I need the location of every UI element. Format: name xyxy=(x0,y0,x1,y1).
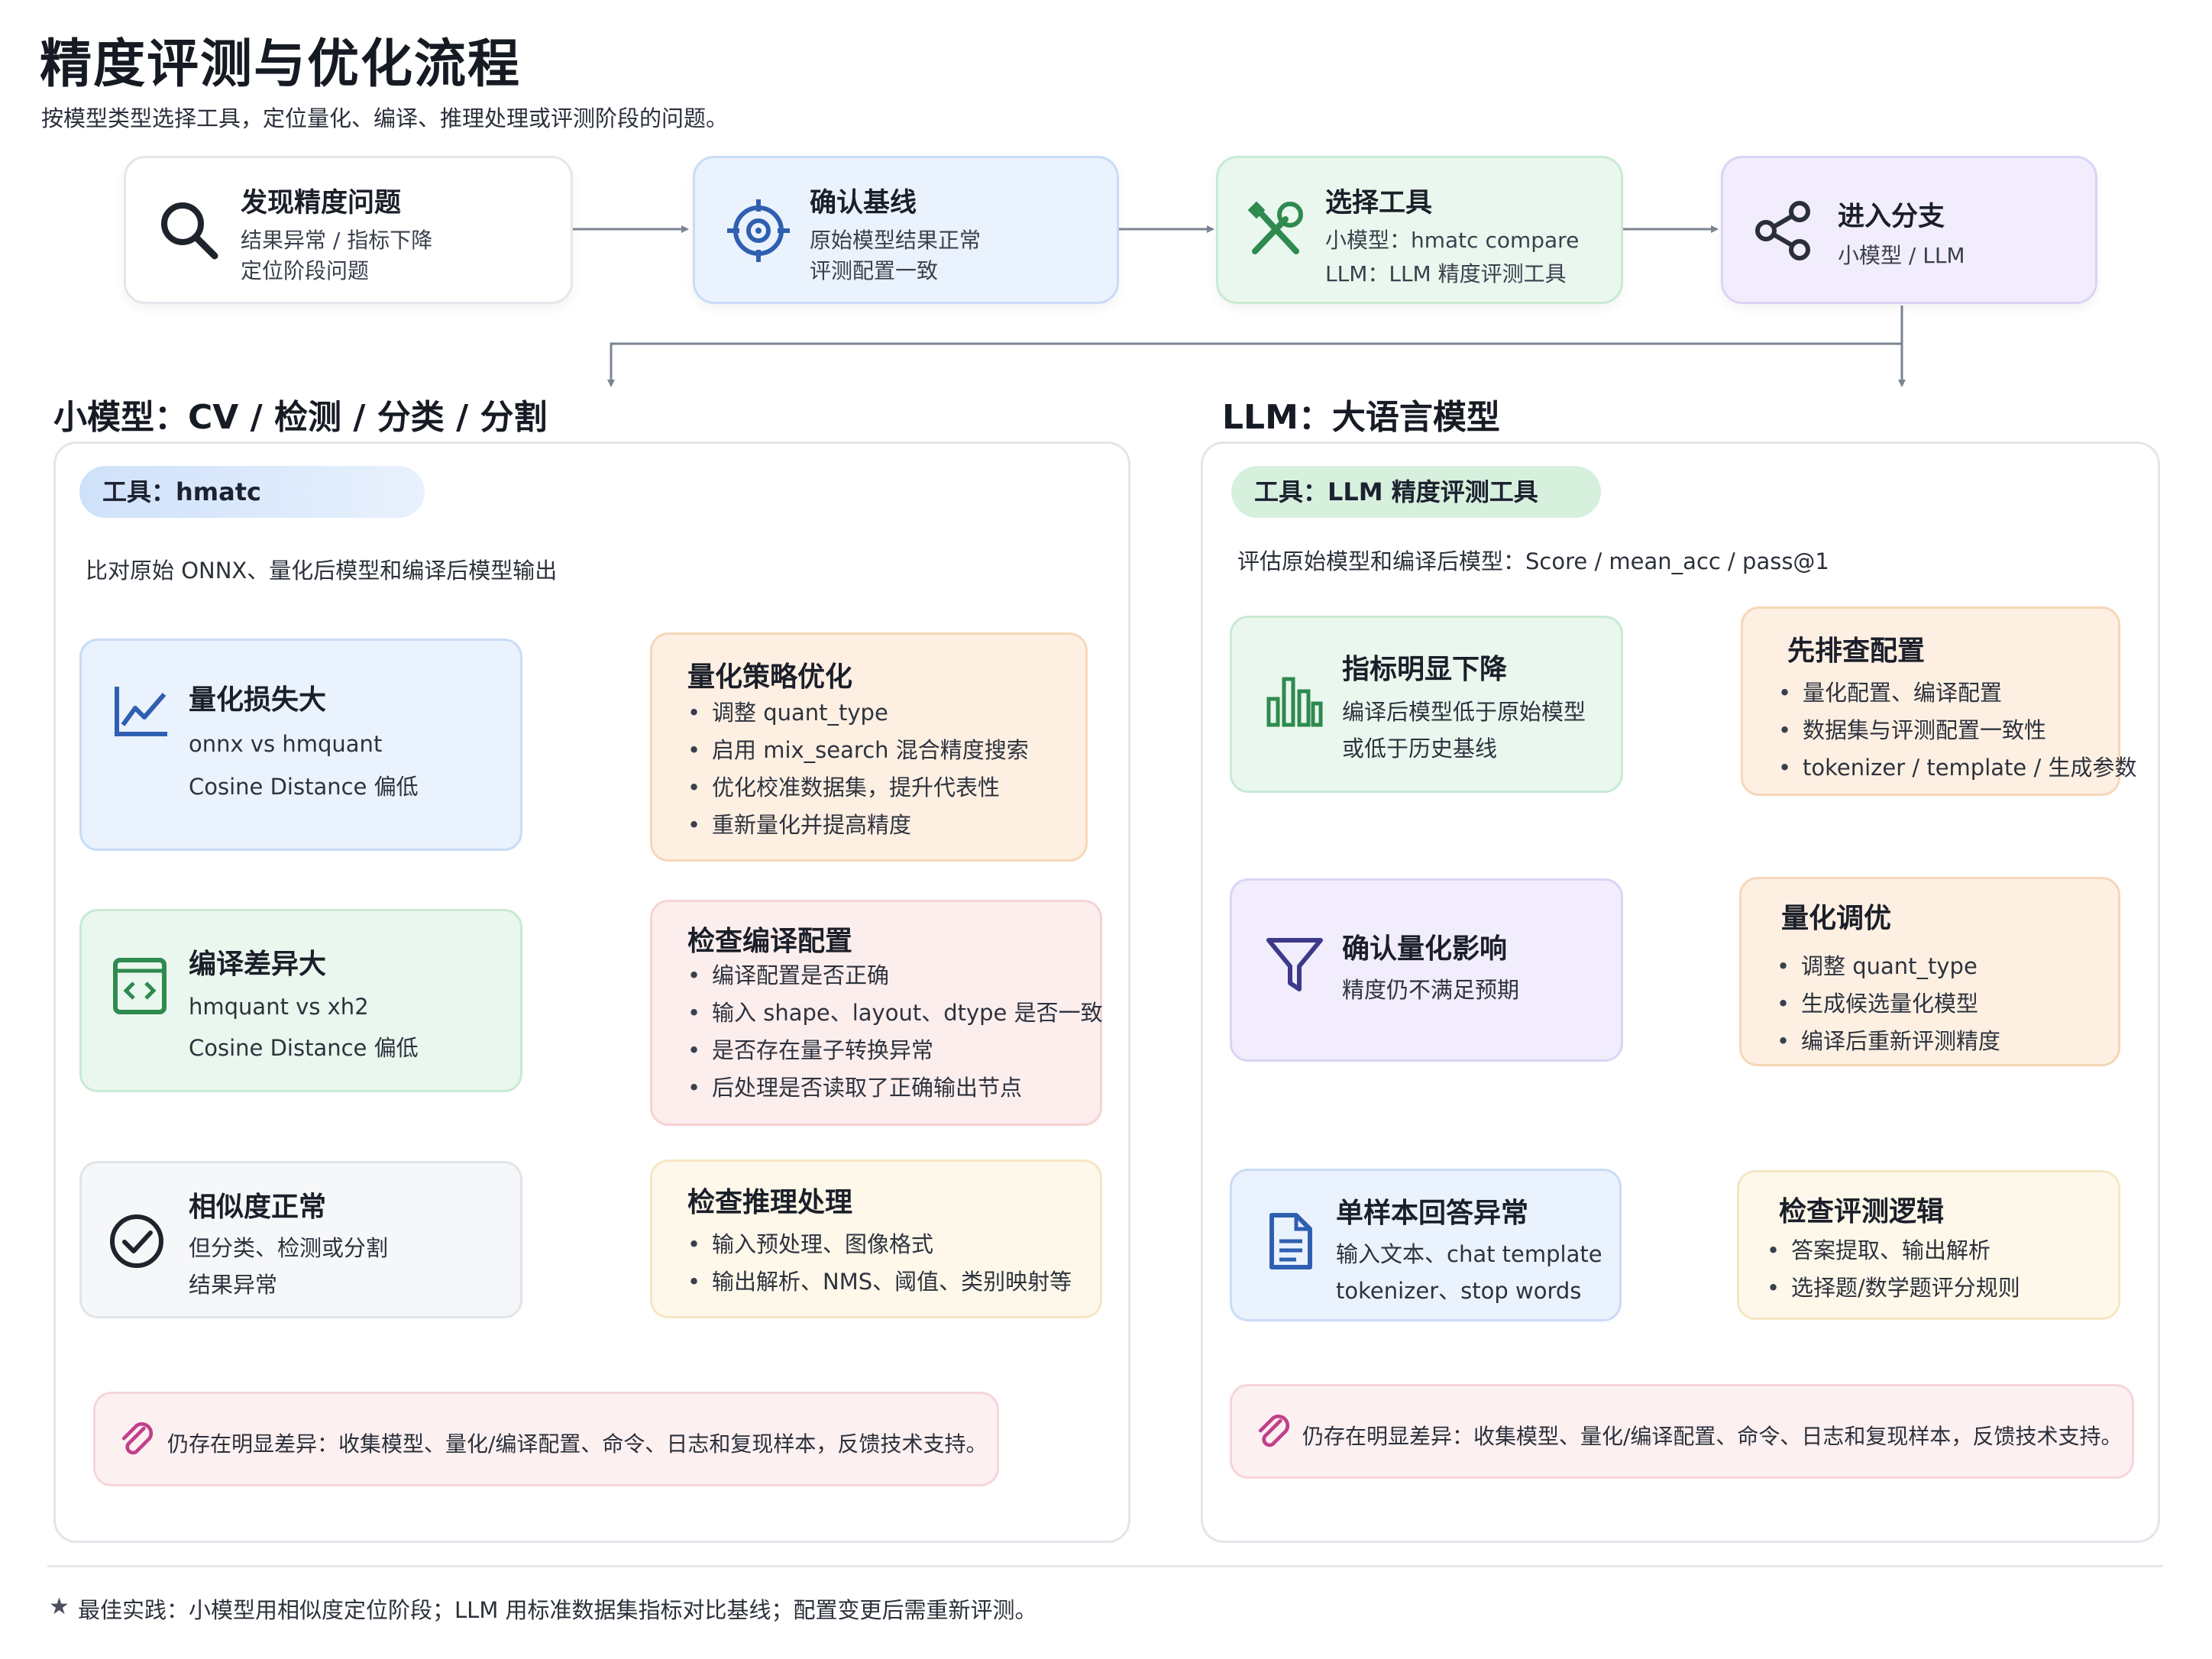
note-text: 仍存在明显差异：收集模型、量化/编译配置、命令、日志和复现样本，反馈技术支持。 xyxy=(167,1431,988,1457)
action-item: 数据集与评测配置一致性 xyxy=(1778,712,2136,749)
action-item: 调整 quant_type xyxy=(687,694,1029,732)
problem-title: 相似度正常 xyxy=(189,1192,327,1223)
problem-card: 量化损失大 onnx vs hmquant Cosine Distance 偏低 xyxy=(79,639,522,851)
search-icon xyxy=(161,202,218,260)
problem-line: 结果异常 xyxy=(189,1272,278,1298)
paperclip-icon xyxy=(121,1422,154,1455)
step-line: 定位阶段问题 xyxy=(241,258,370,283)
action-card: 检查推理处理 输入预处理、图像格式 输出解析、NMS、阈值、类别映射等 xyxy=(650,1159,1102,1318)
target-icon xyxy=(727,199,790,262)
action-item: 输入 shape、layout、dtype 是否一致 xyxy=(687,994,1103,1032)
action-item: 调整 quant_type xyxy=(1777,948,2000,985)
action-item: 生成候选量化模型 xyxy=(1777,985,2000,1023)
problem-line: 输入文本、chat template xyxy=(1336,1241,1602,1267)
check-circle-icon xyxy=(110,1214,163,1268)
action-title: 检查评测逻辑 xyxy=(1779,1196,1945,1227)
document-icon xyxy=(1269,1213,1312,1269)
action-title: 先排查配置 xyxy=(1787,635,1926,667)
action-item: 后处理是否读取了正确输出节点 xyxy=(687,1069,1103,1107)
section-title-llm: LLM：大语言模型 xyxy=(1222,398,1500,437)
filter-icon xyxy=(1266,938,1323,991)
problem-title: 确认量化影响 xyxy=(1342,933,1508,965)
action-item: 重新量化并提高精度 xyxy=(687,807,1029,844)
problem-line: onnx vs hmquant xyxy=(189,731,383,757)
tool-pill-hmatc: 工具：hmatc xyxy=(79,466,425,518)
action-item: 编译后重新评测精度 xyxy=(1777,1023,2000,1060)
step-line: 小模型：hmatc compare xyxy=(1325,228,1580,253)
problem-card: 指标明显下降 编译后模型低于原始模型 或低于历史基线 xyxy=(1230,616,1623,793)
problem-line: Cosine Distance 偏低 xyxy=(189,774,419,800)
step-card-discover: 发现精度问题 结果异常 / 指标下降 定位阶段问题 xyxy=(124,156,573,304)
problem-line: 编译后模型低于原始模型 xyxy=(1342,699,1586,725)
action-title: 检查编译配置 xyxy=(687,926,853,957)
problem-title: 编译差异大 xyxy=(189,949,327,980)
tool-pill-llm: 工具：LLM 精度评测工具 xyxy=(1231,466,1601,518)
star-icon: ★ xyxy=(49,1593,70,1620)
problem-line: 精度仍不满足预期 xyxy=(1342,977,1520,1003)
action-item: 启用 mix_search 混合精度搜索 xyxy=(687,732,1029,769)
action-item: 量化配置、编译配置 xyxy=(1778,674,2136,712)
action-item: 优化校准数据集，提升代表性 xyxy=(687,769,1029,807)
action-title: 量化调优 xyxy=(1781,903,1892,934)
step-line: 小模型 / LLM xyxy=(1838,243,1965,268)
footer-note: 最佳实践：小模型用相似度定位阶段；LLM 用标准数据集指标对比基线；配置变更后需… xyxy=(78,1597,1037,1623)
problem-title: 量化损失大 xyxy=(189,684,327,716)
code-icon xyxy=(113,958,167,1014)
problem-line: 但分类、检测或分割 xyxy=(189,1235,389,1261)
support-note: 仍存在明显差异：收集模型、量化/编译配置、命令、日志和复现样本，反馈技术支持。 xyxy=(1230,1384,2134,1479)
share-icon xyxy=(1755,201,1810,260)
action-item: 输入预处理、图像格式 xyxy=(687,1226,1072,1263)
problem-card: 单样本回答异常 输入文本、chat template tokenizer、sto… xyxy=(1230,1169,1622,1321)
action-card: 量化调优 调整 quant_type 生成候选量化模型 编译后重新评测精度 xyxy=(1739,877,2120,1066)
step-title: 确认基线 xyxy=(810,188,917,218)
tool-description: 评估原始模型和编译后模型：Score / mean_acc / pass@1 xyxy=(1237,548,1829,574)
step-card-branch: 进入分支 小模型 / LLM xyxy=(1721,156,2097,304)
action-item: 编译配置是否正确 xyxy=(687,957,1103,994)
step-title: 选择工具 xyxy=(1325,188,1433,218)
tools-icon xyxy=(1247,201,1303,254)
step-title: 进入分支 xyxy=(1838,202,1945,232)
action-card: 量化策略优化 调整 quant_type 启用 mix_search 混合精度搜… xyxy=(650,632,1088,862)
footer-divider xyxy=(47,1565,2163,1567)
problem-title: 单样本回答异常 xyxy=(1336,1198,1529,1229)
problem-line: tokenizer、stop words xyxy=(1336,1278,1582,1304)
action-card: 检查编译配置 编译配置是否正确 输入 shape、layout、dtype 是否… xyxy=(650,900,1103,1126)
step-line: 评测配置一致 xyxy=(810,258,939,283)
support-note: 仍存在明显差异：收集模型、量化/编译配置、命令、日志和复现样本，反馈技术支持。 xyxy=(93,1392,999,1486)
problem-line: hmquant vs xh2 xyxy=(189,994,369,1020)
problem-line: 或低于历史基线 xyxy=(1342,736,1498,762)
problem-card: 确认量化影响 精度仍不满足预期 xyxy=(1230,878,1623,1062)
action-item: 输出解析、NMS、阈值、类别映射等 xyxy=(687,1263,1072,1301)
action-item: 是否存在量子转换异常 xyxy=(687,1032,1103,1069)
action-item: tokenizer / template / 生成参数 xyxy=(1778,749,2136,787)
action-item: 答案提取、输出解析 xyxy=(1767,1232,2020,1269)
problem-card: 相似度正常 但分类、检测或分割 结果异常 xyxy=(79,1161,522,1318)
step-line: 结果异常 / 指标下降 xyxy=(241,228,433,253)
step-title: 发现精度问题 xyxy=(241,188,402,218)
tool-description: 比对原始 ONNX、量化后模型和编译后模型输出 xyxy=(86,558,558,584)
problem-card: 编译差异大 hmquant vs xh2 Cosine Distance 偏低 xyxy=(79,909,522,1092)
action-item: 选择题/数学题评分规则 xyxy=(1767,1269,2020,1307)
action-card: 检查评测逻辑 答案提取、输出解析 选择题/数学题评分规则 xyxy=(1737,1170,2120,1320)
paperclip-icon xyxy=(1258,1415,1290,1447)
action-title: 检查推理处理 xyxy=(687,1187,853,1218)
step-line: LLM：LLM 精度评测工具 xyxy=(1325,261,1567,286)
line-chart-icon xyxy=(115,687,167,736)
bar-chart-icon xyxy=(1266,677,1323,727)
step-card-baseline: 确认基线 原始模型结果正常 评测配置一致 xyxy=(693,156,1119,304)
step-line: 原始模型结果正常 xyxy=(810,228,981,253)
note-text: 仍存在明显差异：收集模型、量化/编译配置、命令、日志和复现样本，反馈技术支持。 xyxy=(1302,1424,2123,1449)
action-card: 先排查配置 量化配置、编译配置 数据集与评测配置一致性 tokenizer / … xyxy=(1741,606,2136,796)
problem-title: 指标明显下降 xyxy=(1342,654,1508,685)
step-card-tools: 选择工具 小模型：hmatc compare LLM：LLM 精度评测工具 xyxy=(1216,156,1623,304)
problem-line: Cosine Distance 偏低 xyxy=(189,1035,419,1061)
section-title-small-model: 小模型：CV / 检测 / 分类 / 分割 xyxy=(53,398,548,437)
action-title: 量化策略优化 xyxy=(687,661,853,693)
